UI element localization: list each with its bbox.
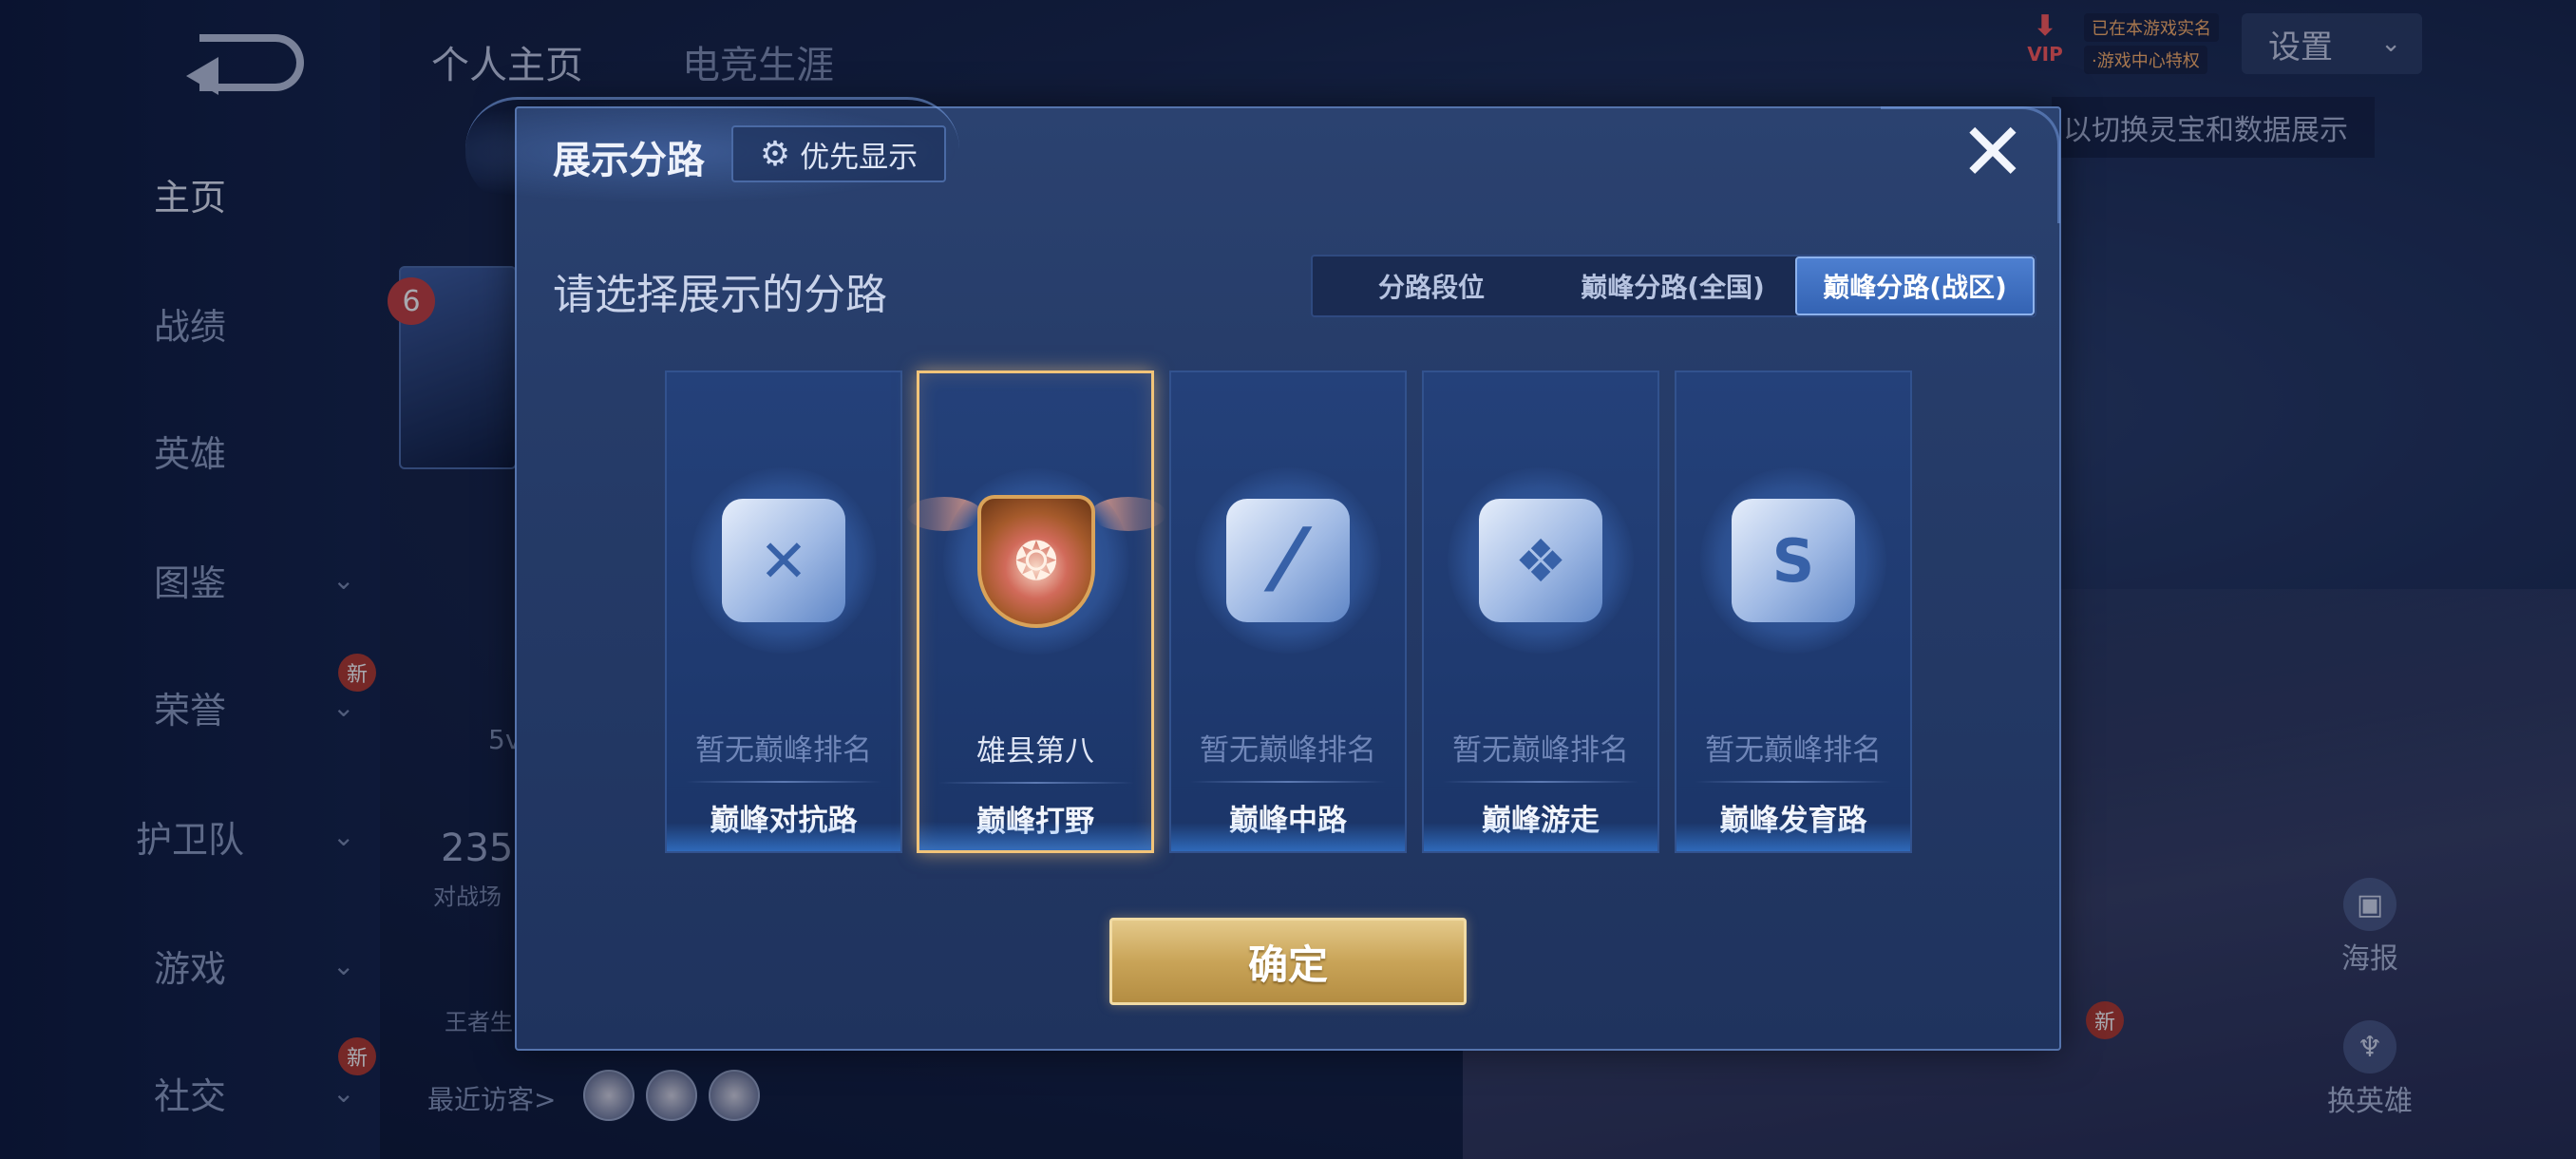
- clash-lane-icon: ✕: [691, 467, 877, 654]
- gear-icon: ⚙: [759, 134, 791, 174]
- lane-card-jungle[interactable]: ❂ 雄县第八 巅峰打野: [906, 370, 1166, 853]
- tab-peak-lane-region[interactable]: 巅峰分路(战区): [1795, 256, 2035, 315]
- card-divider: [1695, 781, 1891, 783]
- card-divider: [686, 781, 881, 783]
- dialog-title: 展示分路: [553, 139, 705, 182]
- lane-rank-text: 暂无巅峰排名: [695, 733, 872, 768]
- tab-peak-lane-national[interactable]: 巅峰分路(全国): [1550, 256, 1795, 315]
- card-divider: [1443, 781, 1638, 783]
- lane-card-clash[interactable]: ✕ 暂无巅峰排名 巅峰对抗路: [665, 370, 902, 853]
- confirm-button[interactable]: 确定: [1109, 918, 1467, 1005]
- farm-lane-icon: S: [1700, 467, 1886, 654]
- roam-wings-icon: ❖: [1448, 467, 1634, 654]
- select-lane-label: 请选择展示的分路: [553, 271, 887, 319]
- tab-lane-rank[interactable]: 分路段位: [1313, 256, 1550, 315]
- mid-lane-icon: ⁄: [1195, 467, 1381, 654]
- lane-card-farm[interactable]: S 暂无巅峰排名 巅峰发育路: [1675, 370, 1912, 853]
- close-icon: ✕: [1959, 105, 2027, 199]
- lane-rank-text: 暂无巅峰排名: [1200, 733, 1376, 768]
- priority-display-button[interactable]: ⚙ 优先显示: [731, 125, 946, 182]
- jungle-medal-icon: ❂: [943, 468, 1129, 655]
- close-button[interactable]: ✕: [1959, 112, 2027, 192]
- lane-rank-text: 暂无巅峰排名: [1452, 733, 1629, 768]
- lane-card-roam[interactable]: ❖ 暂无巅峰排名 巅峰游走: [1422, 370, 1659, 853]
- card-divider: [1190, 781, 1386, 783]
- card-divider: [938, 782, 1134, 784]
- lane-rank-text: 暂无巅峰排名: [1705, 733, 1882, 768]
- lane-rank-text: 雄县第八: [976, 734, 1094, 769]
- lane-card-mid[interactable]: ⁄ 暂无巅峰排名 巅峰中路: [1169, 370, 1407, 853]
- lane-filter-tabs: 分路段位 巅峰分路(全国) 巅峰分路(战区): [1311, 255, 2036, 317]
